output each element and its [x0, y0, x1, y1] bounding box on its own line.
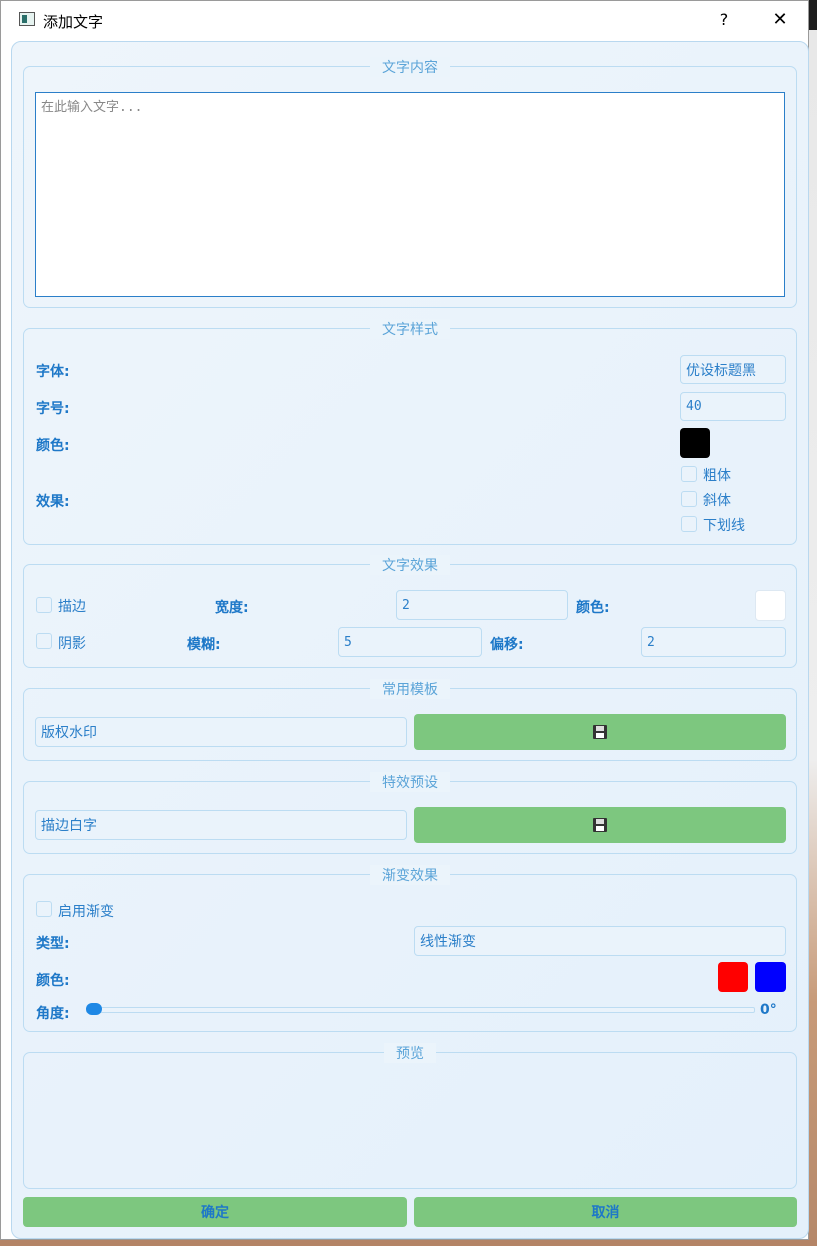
help-button[interactable]: ?	[714, 10, 734, 30]
text-input[interactable]: 在此输入文字...	[35, 92, 785, 297]
underline-checkbox[interactable]	[681, 516, 697, 532]
preview-group-title: 预览	[384, 1043, 436, 1063]
size-input[interactable]: 40	[680, 392, 786, 421]
background-desktop-bottom	[0, 1240, 817, 1246]
shadow-label: 阴影	[58, 636, 86, 652]
size-label: 字号:	[36, 401, 70, 417]
stroke-color-swatch[interactable]	[755, 590, 786, 621]
content-group: 文字内容 在此输入文字...	[23, 57, 797, 308]
style-group-title: 文字样式	[370, 319, 450, 339]
style-group: 文字样式 字体: 优设标题黑 字号: 40 颜色: 效果: 粗体 斜体 下划线	[23, 319, 797, 545]
angle-slider-handle[interactable]	[86, 1003, 102, 1015]
gradient-start-color-swatch[interactable]	[718, 962, 748, 992]
stroke-label: 描边	[58, 599, 86, 615]
floppy-icon	[593, 818, 607, 832]
gradient-group-title: 渐变效果	[370, 865, 450, 885]
ok-button[interactable]: 确定	[23, 1197, 407, 1227]
font-label: 字体:	[36, 364, 70, 380]
template-group-title: 常用模板	[370, 679, 450, 699]
gradient-type-label: 类型:	[36, 936, 70, 952]
font-select[interactable]: 优设标题黑	[680, 355, 786, 384]
title-bar[interactable]: 添加文字 ? ✕	[1, 1, 808, 39]
italic-checkbox[interactable]	[681, 491, 697, 507]
preset-group: 特效预设 描边白字	[23, 772, 797, 854]
angle-slider-track[interactable]	[86, 1007, 755, 1013]
effect-group-title: 文字效果	[370, 555, 450, 575]
color-label: 颜色:	[36, 438, 70, 454]
angle-value: 0°	[760, 1002, 777, 1018]
floppy-icon	[593, 725, 607, 739]
effect-label: 效果:	[36, 494, 70, 510]
bold-checkbox[interactable]	[681, 466, 697, 482]
template-group: 常用模板 版权水印	[23, 679, 797, 761]
stroke-checkbox[interactable]	[36, 597, 52, 613]
preview-group: 预览	[23, 1043, 797, 1189]
stroke-color-label: 颜色:	[576, 600, 610, 616]
shadow-offset-input[interactable]: 2	[641, 627, 786, 657]
save-preset-button[interactable]	[414, 807, 786, 843]
italic-label: 斜体	[703, 493, 731, 509]
gradient-angle-label: 角度:	[36, 1006, 70, 1022]
shadow-offset-label: 偏移:	[490, 637, 524, 653]
content-group-title: 文字内容	[370, 57, 450, 77]
bold-label: 粗体	[703, 468, 731, 484]
preset-select[interactable]: 描边白字	[35, 810, 407, 840]
template-select[interactable]: 版权水印	[35, 717, 407, 747]
gradient-color-label: 颜色:	[36, 973, 70, 989]
cancel-button[interactable]: 取消	[414, 1197, 797, 1227]
text-input-placeholder: 在此输入文字...	[41, 100, 143, 115]
preset-group-title: 特效预设	[370, 772, 450, 792]
background-desktop	[809, 30, 817, 1246]
save-template-button[interactable]	[414, 714, 786, 750]
gradient-group: 渐变效果 启用渐变 类型: 线性渐变 颜色: 角度: 0°	[23, 865, 797, 1032]
shadow-checkbox[interactable]	[36, 633, 52, 649]
dialog-body: 文字内容 在此输入文字... 文字样式 字体: 优设标题黑 字号: 40 颜色:…	[11, 41, 809, 1239]
gradient-enable-checkbox[interactable]	[36, 901, 52, 917]
effect-group: 文字效果 描边 宽度: 2 颜色: 阴影 模糊: 5 偏移: 2	[23, 555, 797, 668]
stroke-width-label: 宽度:	[215, 600, 249, 616]
shadow-blur-label: 模糊:	[187, 637, 221, 653]
stroke-width-input[interactable]: 2	[396, 590, 568, 620]
gradient-enable-label: 启用渐变	[58, 904, 114, 920]
close-icon[interactable]: ✕	[769, 10, 791, 32]
shadow-blur-input[interactable]: 5	[338, 627, 482, 657]
add-text-dialog: 添加文字 ? ✕ 文字内容 在此输入文字... 文字样式 字体: 优设标题黑 字…	[0, 0, 809, 1240]
gradient-type-select[interactable]: 线性渐变	[414, 926, 786, 956]
text-color-swatch[interactable]	[680, 428, 710, 458]
app-icon	[19, 12, 35, 26]
underline-label: 下划线	[703, 518, 745, 534]
window-title: 添加文字	[43, 13, 104, 31]
gradient-end-color-swatch[interactable]	[755, 962, 786, 992]
